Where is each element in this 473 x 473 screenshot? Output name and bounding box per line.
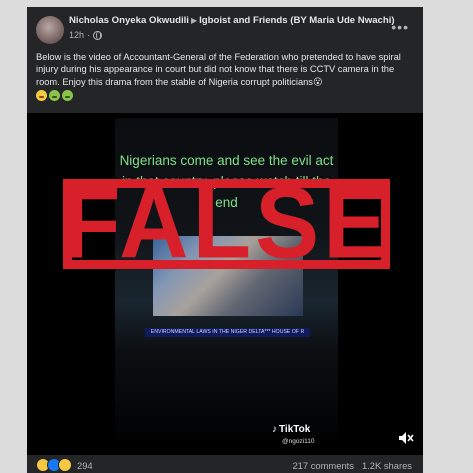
post-footer: 294 217 comments 1.2K shares xyxy=(27,455,423,473)
author-name[interactable]: Nicholas Onyeka Okwudili xyxy=(69,15,189,26)
arrow-right-icon: ▶ xyxy=(190,16,198,25)
tiktok-watermark: ♪ TikTok xyxy=(272,424,310,435)
comments-count[interactable]: 217 comments xyxy=(292,460,354,471)
video-player[interactable]: Nigerians come and see the evil act in t… xyxy=(27,113,423,455)
engagement-counts: 217 comments 1.2K shares xyxy=(292,460,412,471)
post-author-line: Nicholas Onyeka Okwudili ▶ Igboist and Fri… xyxy=(69,15,395,26)
sad-reaction-icon xyxy=(58,458,72,472)
post-meta: 12h · xyxy=(69,30,103,40)
reactions-summary[interactable]: 294 xyxy=(36,458,93,472)
facebook-post-card: Nicholas Onyeka Okwudili ▶ Igboist and Fri… xyxy=(27,7,423,473)
tiktok-brand: TikTok xyxy=(279,424,311,435)
globe-icon xyxy=(93,30,103,40)
post-header: Nicholas Onyeka Okwudili ▶ Igboist and Fri… xyxy=(27,7,423,49)
nauseated-face-icon xyxy=(62,90,73,102)
mute-icon[interactable] xyxy=(398,431,414,445)
meta-separator: · xyxy=(87,30,91,40)
tiktok-username: @ngozi110 xyxy=(282,438,315,445)
reaction-count: 294 xyxy=(77,459,93,471)
false-stamp-text: FALSE xyxy=(61,167,392,280)
more-icon[interactable]: ••• xyxy=(391,19,409,35)
tiktok-icon: ♪ xyxy=(272,424,277,435)
video-caption-bar: ENVIRONMENTAL LAWS IN THE NIGER DELTA***… xyxy=(145,328,310,337)
emoji-row xyxy=(36,90,416,102)
post-body: Below is the video of Accountant-General… xyxy=(36,52,401,87)
author-avatar[interactable] xyxy=(36,16,64,44)
crying-face-icon xyxy=(36,90,47,102)
false-stamp: FALSE xyxy=(62,173,390,274)
post-time[interactable]: 12h xyxy=(69,30,84,40)
post-text: Below is the video of Accountant-General… xyxy=(36,51,416,102)
nauseated-face-icon xyxy=(49,90,60,102)
shares-count[interactable]: 1.2K shares xyxy=(362,460,412,471)
group-name[interactable]: Igboist and Friends (BY Maria Ude Nwachi… xyxy=(199,15,394,26)
